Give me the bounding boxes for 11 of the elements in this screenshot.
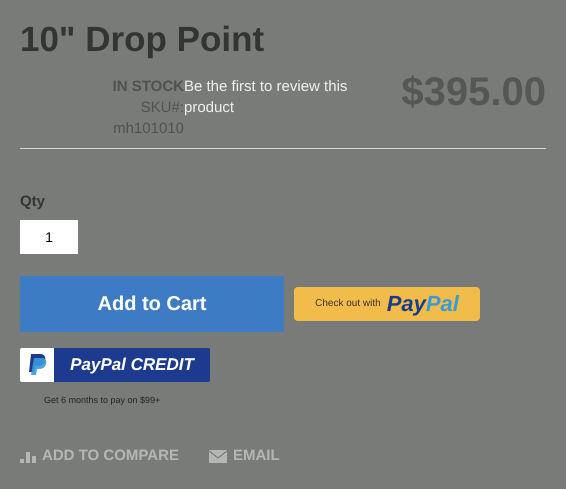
paypal-logo-icon bbox=[27, 354, 47, 376]
bar-chart-icon bbox=[20, 449, 36, 464]
add-to-cart-button[interactable]: Add to Cart bbox=[20, 276, 284, 332]
qty-label: Qty bbox=[20, 192, 46, 212]
credit-note: Get 6 months to pay on $99+ bbox=[44, 394, 162, 407]
paypal-checkout-button[interactable]: Check out with PayPal bbox=[294, 286, 480, 320]
paypal-credit-button[interactable]: PayPal CREDIT bbox=[20, 348, 210, 382]
envelope-icon bbox=[208, 450, 227, 463]
qty-field[interactable]: 1 bbox=[20, 220, 78, 254]
product-title: 10" Drop Point bbox=[20, 19, 266, 61]
review-link[interactable]: Be the first to review this product bbox=[184, 76, 384, 139]
